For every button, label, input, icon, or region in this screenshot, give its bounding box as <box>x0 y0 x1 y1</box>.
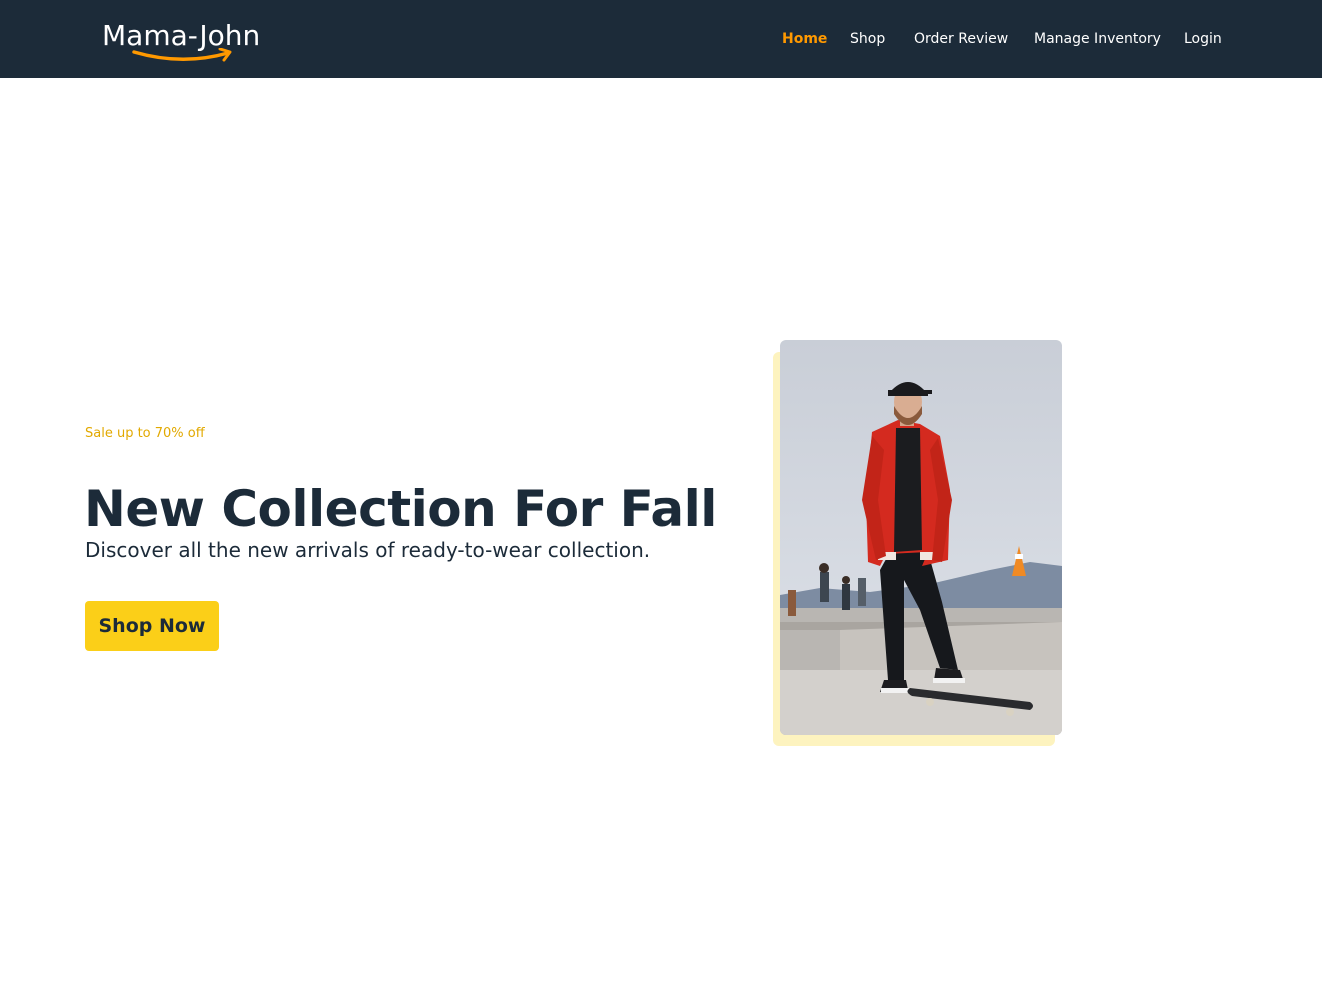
nav-home-link[interactable]: Home <box>782 30 827 48</box>
nav-manage-inventory-link[interactable]: Manage Inventory <box>1034 30 1161 48</box>
nav-order-review-link[interactable]: Order Review <box>914 30 1008 48</box>
sale-badge-text: Sale up to 70% off <box>85 426 205 441</box>
nav-login-link[interactable]: Login <box>1184 30 1222 48</box>
navbar: Mama-John Home Shop Order Review Manage … <box>0 0 1322 78</box>
hero-subtitle: Discover all the new arrivals of ready-t… <box>85 538 651 562</box>
hero-photo <box>780 340 1062 735</box>
skateboarder-photo-illustration <box>780 340 1062 735</box>
main-nav: Home Shop Order Review Manage Inventory … <box>0 0 1322 78</box>
hero-title: New Collection For Fall <box>84 480 717 538</box>
nav-shop-link[interactable]: Shop <box>850 30 885 48</box>
shop-now-button[interactable]: Shop Now <box>85 601 219 651</box>
